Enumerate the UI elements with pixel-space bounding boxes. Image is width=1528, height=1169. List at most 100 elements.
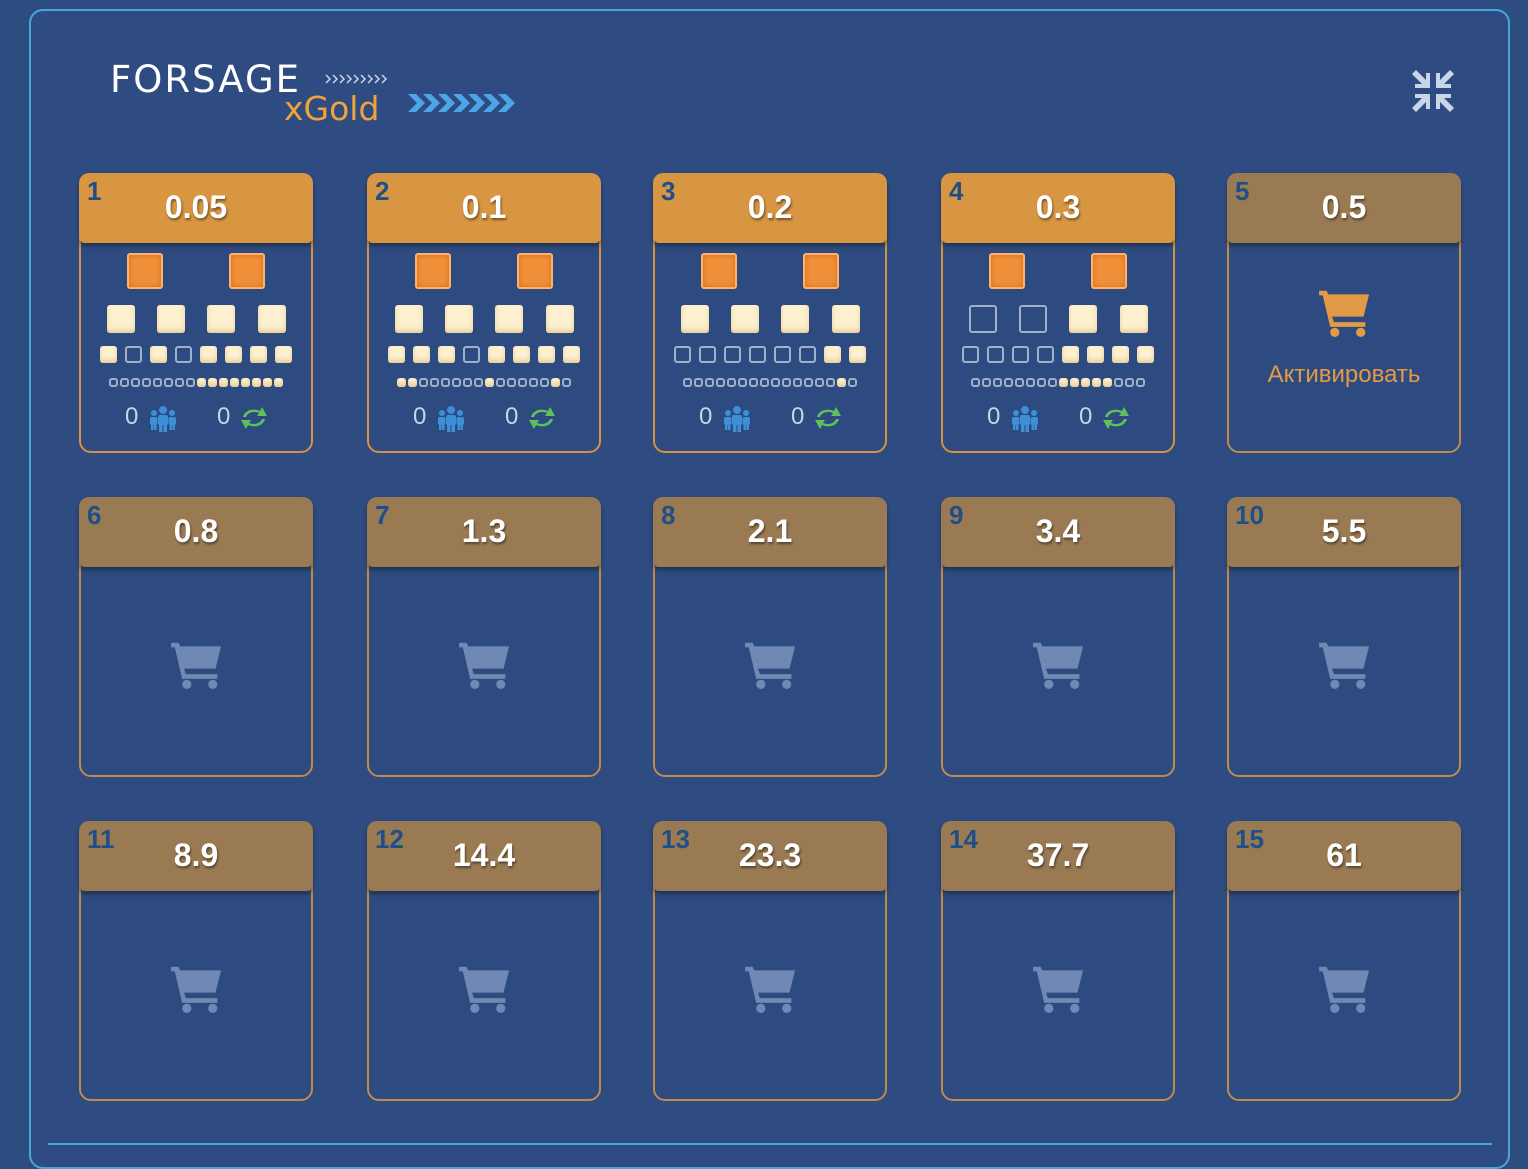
activate-cart[interactable] [1317,287,1373,342]
partners-count: 0 [125,403,139,430]
matrix-slot [749,346,766,363]
matrix-slot [229,253,265,289]
matrix-slot [824,346,841,363]
matrix-slot [207,305,235,333]
buy-cart[interactable] [1031,963,1087,1018]
matrix-slot [760,378,769,387]
matrix-slot [485,378,494,387]
logo-brand: FORSAGE [110,58,301,101]
buy-cart[interactable] [169,639,225,694]
matrix-slot [517,253,553,289]
buy-cart[interactable] [169,963,225,1018]
level-card-12[interactable]: 12 14.4 [367,821,601,1101]
matrix-slot [1062,346,1079,363]
cart-icon [1033,966,1084,1013]
matrix-slot [1070,378,1079,387]
buy-cart[interactable] [1317,639,1373,694]
matrix-slot [474,378,483,387]
matrix-slot [463,378,472,387]
matrix-slot [848,378,857,387]
matrix-slot [513,346,530,363]
level-card-9[interactable]: 9 3.4 [941,497,1175,777]
matrix-slot [989,253,1025,289]
level-card-7[interactable]: 7 1.3 [367,497,601,777]
level-header: 14 37.7 [941,821,1175,891]
buy-cart[interactable] [1031,639,1087,694]
collapse-button[interactable] [1410,68,1456,114]
buy-cart[interactable] [457,963,513,1018]
level-header: 15 61 [1227,821,1461,891]
matrix-slot [1137,346,1154,363]
matrix-slot [771,378,780,387]
matrix-slot [150,346,167,363]
matrix-slot [738,378,747,387]
matrix-slot [419,378,428,387]
matrix-slot [1081,378,1090,387]
matrix-slot [546,305,574,333]
level-card-1[interactable]: 1 0.05 0 0 [79,173,313,453]
matrix-slot [982,378,991,387]
level-card-15[interactable]: 15 61 [1227,821,1461,1101]
matrix-slot [716,378,725,387]
matrix-slot [120,378,129,387]
level-card-3[interactable]: 3 0.2 0 0 [653,173,887,453]
matrix-slot [430,378,439,387]
matrix-slot [562,378,571,387]
level-card-14[interactable]: 14 37.7 [941,821,1175,1101]
level-card-13[interactable]: 13 23.3 [653,821,887,1101]
buy-cart[interactable] [743,963,799,1018]
matrix-slot [962,346,979,363]
matrix-slot [1087,346,1104,363]
partners-count: 0 [413,403,427,430]
matrix-slot [1125,378,1134,387]
matrix-slot [1120,305,1148,333]
matrix-slot [699,346,716,363]
matrix-slot [157,305,185,333]
matrix-slot [993,378,1002,387]
reinvest-count: 0 [217,403,231,430]
cart-icon [745,642,796,689]
level-card-2[interactable]: 2 0.1 0 0 [367,173,601,453]
matrix-slot [452,378,461,387]
level-header: 10 5.5 [1227,497,1461,567]
matrix-slot [1004,378,1013,387]
level-header: 5 0.5 [1227,173,1461,243]
cart-icon [1319,642,1370,689]
level-price: 5.5 [1321,513,1367,549]
level-card-11[interactable]: 11 8.9 [79,821,313,1101]
level-card-4[interactable]: 4 0.3 0 0 [941,173,1175,453]
level-header: 9 3.4 [941,497,1175,567]
matrix-slot [518,378,527,387]
matrix-slot [1136,378,1145,387]
matrix-slot [826,378,835,387]
buy-cart[interactable] [743,639,799,694]
matrix-slot [495,305,523,333]
level-price: 0.8 [173,513,219,549]
matrix-slot [799,346,816,363]
matrix-slot [441,378,450,387]
matrix-slot [125,346,142,363]
buy-cart[interactable] [457,639,513,694]
level-card-8[interactable]: 8 2.1 [653,497,887,777]
matrix-slot [164,378,173,387]
activate-button[interactable]: Активировать [1229,361,1459,389]
level-card-6[interactable]: 6 0.8 [79,497,313,777]
matrix-slot [782,378,791,387]
matrix-slot [250,346,267,363]
matrix-slot [1091,253,1127,289]
matrix-slot [793,378,802,387]
matrix-slot [496,378,505,387]
partners-icon [150,406,176,432]
matrix-slot [131,378,140,387]
buy-cart[interactable] [1317,963,1373,1018]
matrix-slot [225,346,242,363]
level-header: 8 2.1 [653,497,887,567]
level-card-5[interactable]: 5 0.5 Активировать [1227,173,1461,453]
level-stats: 0 0 [655,403,885,433]
chevrons-big-icon [408,94,515,112]
matrix-slot [971,378,980,387]
chevrons-small-icon [325,74,388,84]
level-price: 61 [1326,837,1362,873]
level-card-10[interactable]: 10 5.5 [1227,497,1461,777]
matrix-slot [694,378,703,387]
